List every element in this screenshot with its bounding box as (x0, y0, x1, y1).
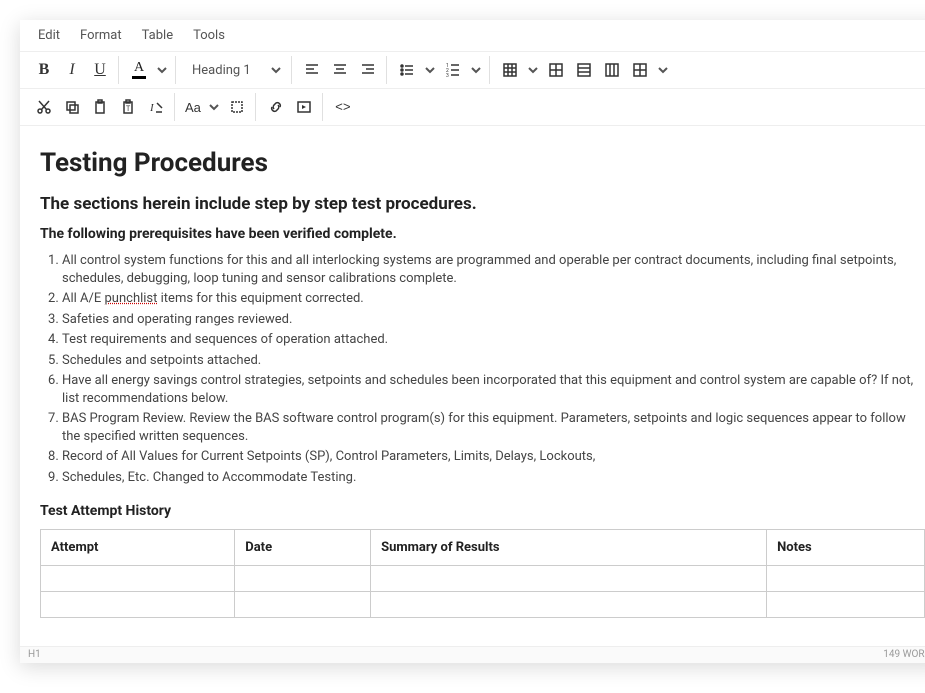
code-group: <> (325, 93, 361, 121)
text-color-dropdown[interactable] (153, 56, 171, 84)
table-cell-props-button[interactable] (542, 56, 570, 84)
menubar: Edit Format Table Tools (20, 20, 925, 52)
copy-button[interactable] (58, 93, 86, 121)
prereq-item[interactable]: Test requirements and sequences of opera… (62, 331, 925, 349)
text-color-glyph: A (134, 61, 144, 75)
list-group: 123 (389, 56, 490, 84)
change-case-dropdown[interactable] (205, 93, 223, 121)
prereq-item[interactable]: All A/E punchlist items for this equipme… (62, 290, 925, 308)
table-row-props-button[interactable] (570, 56, 598, 84)
clipboard-group: T I (26, 93, 175, 121)
bullet-list-button[interactable] (393, 56, 421, 84)
block-format-group: Heading 1 (178, 56, 292, 84)
section-subtitle[interactable]: The sections herein include step by step… (40, 194, 925, 214)
insert-link-button[interactable] (262, 93, 290, 121)
bullet-list-dropdown[interactable] (421, 56, 439, 84)
align-center-button[interactable] (326, 56, 354, 84)
cut-button[interactable] (30, 93, 58, 121)
table-cell[interactable] (41, 565, 235, 591)
toolbar-row-2: T I Aa <> (20, 89, 925, 126)
menu-table[interactable]: Table (132, 24, 183, 47)
insert-group (258, 93, 323, 121)
text-color-button[interactable]: A (125, 56, 153, 84)
table-cell[interactable] (767, 565, 925, 591)
menu-tools[interactable]: Tools (183, 24, 235, 47)
prereq-item[interactable]: All control system functions for this an… (62, 252, 925, 287)
align-left-button[interactable] (298, 56, 326, 84)
table-cell[interactable] (235, 565, 371, 591)
history-header-cell[interactable]: Date (235, 529, 371, 565)
toolbar-row-1: B I U A Heading 1 (20, 52, 925, 89)
prereqs-list[interactable]: All control system functions for this an… (62, 252, 925, 487)
history-table[interactable]: AttemptDateSummary of ResultsNotes (40, 529, 925, 618)
paste-text-button[interactable]: T (114, 93, 142, 121)
table-cell[interactable] (41, 591, 235, 617)
svg-text:I: I (149, 102, 155, 114)
alignment-group (294, 56, 387, 84)
chevron-down-icon (271, 65, 281, 75)
numbered-list-button[interactable]: 123 (439, 56, 467, 84)
prereq-item[interactable]: Schedules, Etc. Changed to Accommodate T… (62, 469, 925, 487)
history-heading[interactable]: Test Attempt History (40, 503, 925, 519)
history-header-cell[interactable]: Summary of Results (371, 529, 767, 565)
table-col-props-button[interactable] (598, 56, 626, 84)
menu-format[interactable]: Format (70, 24, 132, 47)
numbered-list-dropdown[interactable] (467, 56, 485, 84)
underline-button[interactable]: U (86, 56, 114, 84)
bold-button[interactable]: B (30, 56, 58, 84)
svg-text:3: 3 (446, 73, 449, 78)
table-props-button[interactable] (626, 56, 654, 84)
table-cell[interactable] (235, 591, 371, 617)
prereq-item[interactable]: Schedules and setpoints attached. (62, 352, 925, 370)
history-header-row: AttemptDateSummary of ResultsNotes (41, 529, 925, 565)
spellcheck-word[interactable]: punchlist (105, 291, 158, 306)
table-row[interactable] (41, 591, 925, 617)
change-case-button[interactable]: Aa (181, 93, 205, 121)
clear-formatting-button[interactable]: I (142, 93, 170, 121)
status-bar: H1 149 WORDS (20, 646, 925, 663)
svg-text:T: T (126, 105, 131, 113)
element-path[interactable]: H1 (28, 649, 41, 660)
align-right-button[interactable] (354, 56, 382, 84)
insert-media-button[interactable] (290, 93, 318, 121)
table-cell[interactable] (371, 591, 767, 617)
text-color-group: A (121, 56, 176, 84)
history-header-cell[interactable]: Notes (767, 529, 925, 565)
select-all-button[interactable] (223, 93, 251, 121)
prereq-item[interactable]: BAS Program Review. Review the BAS softw… (62, 410, 925, 445)
table-cell[interactable] (371, 565, 767, 591)
table-dropdown[interactable] (524, 56, 542, 84)
prereq-item[interactable]: Safeties and operating ranges reviewed. (62, 311, 925, 329)
menu-edit[interactable]: Edit (28, 24, 70, 47)
prereq-item[interactable]: Have all energy savings control strategi… (62, 372, 925, 407)
block-format-select[interactable]: Heading 1 (182, 56, 287, 84)
table-cell[interactable] (767, 591, 925, 617)
history-body[interactable] (41, 565, 925, 617)
editor-content[interactable]: Testing Procedures The sections herein i… (20, 126, 925, 646)
text-style-group: B I U (26, 56, 119, 84)
table-row[interactable] (41, 565, 925, 591)
table-props-dropdown[interactable] (654, 56, 672, 84)
insert-table-button[interactable] (496, 56, 524, 84)
source-code-button[interactable]: <> (329, 93, 357, 121)
word-count[interactable]: 149 WORDS (883, 649, 925, 660)
page-title[interactable]: Testing Procedures (40, 148, 925, 178)
table-group (492, 56, 676, 84)
text-color-swatch (132, 76, 146, 79)
block-format-label: Heading 1 (192, 63, 251, 78)
rich-text-editor: Edit Format Table Tools B I U A Heading … (20, 20, 925, 663)
prereq-item[interactable]: Record of All Values for Current Setpoin… (62, 448, 925, 466)
case-group: Aa (177, 93, 256, 121)
prereqs-heading[interactable]: The following prerequisites have been ve… (40, 226, 925, 242)
italic-button[interactable]: I (58, 56, 86, 84)
paste-button[interactable] (86, 93, 114, 121)
history-header-cell[interactable]: Attempt (41, 529, 235, 565)
